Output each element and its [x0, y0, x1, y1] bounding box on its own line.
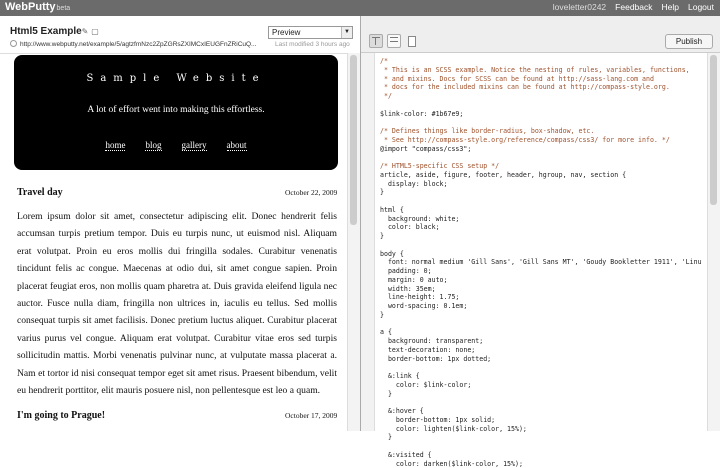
code-line[interactable]: $link-color: #1b67e9;	[380, 110, 710, 119]
scrollbar-thumb[interactable]	[710, 55, 717, 205]
split-vertical-icon[interactable]	[369, 34, 383, 48]
code-line[interactable]: color: black;	[380, 223, 710, 232]
code-line[interactable]: */	[380, 92, 710, 101]
help-link[interactable]: Help	[662, 2, 679, 12]
code-line[interactable]: body {	[380, 250, 710, 259]
editor-gutter	[361, 53, 375, 431]
code-line[interactable]	[380, 118, 710, 127]
app-logo[interactable]: WebPuttybeta	[5, 1, 70, 13]
code-line[interactable]: * and mixins. Docs for SCSS can be found…	[380, 75, 710, 84]
code-line[interactable]: }	[380, 232, 710, 241]
nav-home-link[interactable]: home	[105, 140, 125, 151]
code-line[interactable]	[380, 320, 710, 329]
chevron-down-icon: ▼	[341, 27, 352, 38]
scrollbar-thumb[interactable]	[350, 55, 357, 225]
code-line[interactable]: word-spacing: 0.1em;	[380, 302, 710, 311]
page-url-link[interactable]: http://www.webputty.net/example/5/agtzfm…	[20, 41, 270, 48]
editor-pane: Publish /* * This is an SCSS example. No…	[361, 16, 720, 431]
code-line[interactable]: color: $link-color;	[380, 381, 710, 390]
code-line[interactable]: width: 35em;	[380, 285, 710, 294]
code-line[interactable]: color: lighten($link-color, 15%);	[380, 425, 710, 434]
site-title: Sample Website	[14, 73, 338, 84]
code-line[interactable]	[380, 363, 710, 372]
logout-link[interactable]: Logout	[688, 2, 714, 12]
post-title: I'm going to Prague!	[17, 410, 105, 421]
code-line[interactable]: /* HTML5-specific CSS setup */	[380, 162, 710, 171]
code-line[interactable]	[380, 153, 710, 162]
page-icon[interactable]: ▢	[91, 27, 99, 36]
editor-toolbar: Publish	[361, 16, 720, 53]
editor-scrollbar[interactable]	[707, 53, 720, 431]
code-line[interactable]: line-height: 1.75;	[380, 293, 710, 302]
code-line[interactable]: /*	[380, 57, 710, 66]
code-line[interactable]: * See http://compass-style.org/reference…	[380, 136, 710, 145]
code-line[interactable]: }	[380, 433, 710, 442]
code-line[interactable]: &:link {	[380, 372, 710, 381]
code-line[interactable]: @import "compass/css3";	[380, 145, 710, 154]
edit-icon[interactable]: ✎	[81, 27, 89, 36]
top-bar: WebPuttybeta loveletter0242 Feedback Hel…	[0, 0, 720, 16]
code-line[interactable]: background: white;	[380, 215, 710, 224]
code-line[interactable]: article, aside, figure, footer, header, …	[380, 171, 710, 180]
globe-icon	[10, 40, 17, 47]
last-modified: Last modified 3 hours ago	[275, 41, 350, 48]
code-line[interactable]: &:hover {	[380, 407, 710, 416]
split-horizontal-icon[interactable]	[387, 34, 401, 48]
username-link[interactable]: loveletter0242	[553, 2, 606, 12]
code-line[interactable]: background: transparent;	[380, 337, 710, 346]
code-line[interactable]: border-bottom: 1px solid;	[380, 416, 710, 425]
code-editor[interactable]: /* * This is an SCSS example. Notice the…	[380, 57, 710, 468]
view-mode-value: Preview	[272, 28, 300, 37]
app-name: WebPutty	[5, 1, 56, 13]
post-body: Lorem ipsum dolor sit amet, consectetur …	[17, 208, 337, 399]
beta-badge: beta	[57, 5, 71, 12]
code-line[interactable]: padding: 0;	[380, 267, 710, 276]
code-line[interactable]: * docs for the included mixins can be fo…	[380, 83, 710, 92]
site-nav: home blog gallery about	[14, 140, 338, 151]
preview-scrollbar[interactable]	[347, 53, 360, 431]
code-line[interactable]	[380, 101, 710, 110]
code-line[interactable]: }	[380, 188, 710, 197]
site-header: Sample Website A lot of effort went into…	[14, 55, 338, 170]
code-line[interactable]	[380, 197, 710, 206]
publish-button[interactable]: Publish	[665, 34, 713, 49]
code-line[interactable]	[380, 398, 710, 407]
code-line[interactable]: * This is an SCSS example. Notice the ne…	[380, 66, 710, 75]
code-line[interactable]	[380, 241, 710, 250]
site-tagline: A lot of effort went into making this ef…	[14, 105, 338, 115]
code-line[interactable]: text-decoration: none;	[380, 346, 710, 355]
top-links: loveletter0242 Feedback Help Logout	[553, 2, 714, 12]
nav-blog-link[interactable]: blog	[145, 140, 161, 151]
nav-gallery-link[interactable]: gallery	[182, 140, 207, 151]
code-line[interactable]	[380, 442, 710, 451]
code-line[interactable]: }	[380, 390, 710, 399]
nav-about-link[interactable]: about	[227, 140, 247, 151]
code-line[interactable]: border-bottom: 1px dotted;	[380, 355, 710, 364]
code-line[interactable]: margin: 0 auto;	[380, 276, 710, 285]
page-title: Html5 Example	[10, 26, 82, 37]
code-line[interactable]: }	[380, 311, 710, 320]
post-date: October 17, 2009	[285, 411, 337, 420]
code-line[interactable]: a {	[380, 328, 710, 337]
post-title: Travel day	[17, 187, 63, 198]
code-line[interactable]: /* Defines things like border-radius, bo…	[380, 127, 710, 136]
preview-pane: Html5 Example ✎ ▢ http://www.webputty.ne…	[0, 16, 361, 431]
feedback-link[interactable]: Feedback	[615, 2, 652, 12]
code-line[interactable]: &:visited {	[380, 451, 710, 460]
code-line[interactable]: font: normal medium 'Gill Sans', 'Gill S…	[380, 258, 710, 267]
view-mode-select[interactable]: Preview ▼	[268, 26, 353, 39]
code-line[interactable]: display: block;	[380, 180, 710, 189]
preview-header: Html5 Example ✎ ▢ http://www.webputty.ne…	[0, 16, 360, 54]
document-icon[interactable]	[405, 34, 419, 48]
code-line[interactable]: color: darken($link-color, 15%);	[380, 460, 710, 468]
code-line[interactable]: html {	[380, 206, 710, 215]
post-date: October 22, 2009	[285, 188, 337, 197]
